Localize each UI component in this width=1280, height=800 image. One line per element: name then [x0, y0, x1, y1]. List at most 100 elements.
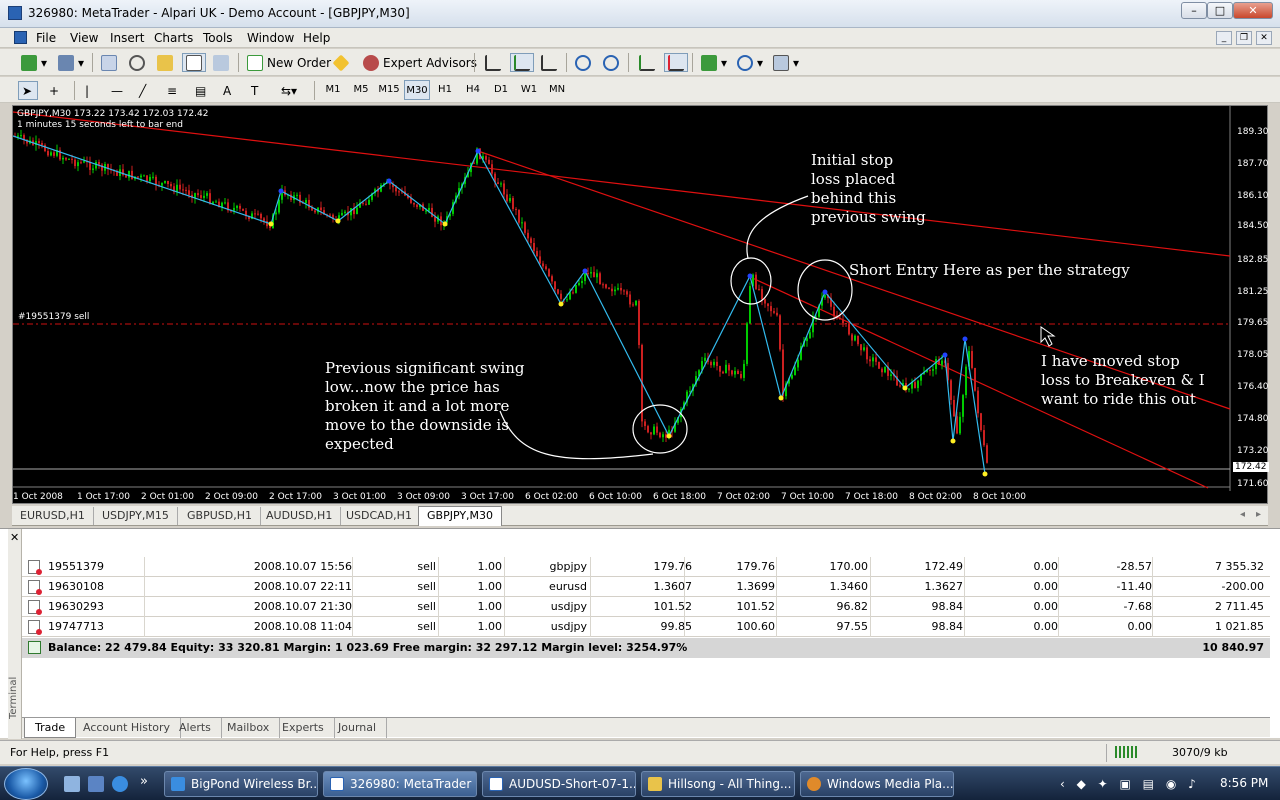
table-row[interactable]: 19551379 2008.10.07 15:56 sell 1.00 gbpjpy 17… — [22, 557, 1270, 577]
equidistant-channel-button[interactable]: ≡ — [164, 81, 184, 100]
annotation-line: low...now the price has — [325, 378, 500, 396]
arrows-button[interactable]: ⇆▾ — [278, 81, 300, 100]
price-axis-label: 172.42 — [1233, 462, 1269, 472]
cursor-tool-button[interactable]: ➤ — [18, 81, 38, 100]
navigator-button[interactable] — [154, 53, 176, 72]
chart-tab-gbpjpy[interactable]: GBPJPY,M30 — [418, 506, 503, 526]
minimize-button[interactable]: – — [1181, 2, 1207, 19]
line-chart-button[interactable] — [538, 53, 560, 72]
timeframe-h4[interactable]: H4 — [460, 80, 486, 100]
timeframe-m1[interactable]: M1 — [320, 80, 346, 100]
chart-tab-usdcad[interactable]: USDCAD,H1 — [338, 507, 421, 525]
task-bigpond[interactable]: BigPond Wireless Br... — [164, 771, 318, 797]
tray-icons[interactable]: ‹ ◆ ✦ ▣ ▤ ◉ ♪ — [1060, 777, 1200, 791]
chart-tab-usdjpy[interactable]: USDJPY,M15 — [94, 507, 178, 525]
candlestick-button[interactable] — [510, 53, 534, 72]
task-metatrader[interactable]: 326980: MetaTrader ... — [323, 771, 477, 797]
vertical-line-button[interactable]: | — [82, 81, 102, 100]
timeframe-m5[interactable]: M5 — [348, 80, 374, 100]
start-button[interactable] — [4, 768, 48, 800]
menu-view[interactable]: View — [70, 31, 98, 45]
timeframe-w1[interactable]: W1 — [516, 80, 542, 100]
tab-trade[interactable]: Trade — [24, 718, 77, 738]
new-chart-button[interactable]: ▾ — [18, 53, 50, 72]
table-row[interactable]: 19630293 2008.10.07 21:30 sell 1.00 usdjpy 10… — [22, 597, 1270, 617]
zoom-out-button[interactable] — [600, 53, 622, 72]
chart-window-tabs: EURUSD,H1 USDJPY,M15 GBPUSD,H1 AUDUSD,H1… — [12, 506, 1268, 526]
new-order-button[interactable]: New Order — [244, 53, 334, 72]
task-label: Hillsong - All Thing... — [668, 777, 792, 791]
autoscroll-button[interactable] — [636, 53, 658, 72]
chart-tab-audusd[interactable]: AUDUSD,H1 — [258, 507, 342, 525]
table-row[interactable]: 19630108 2008.10.07 22:11 sell 1.00 eurusd 1.… — [22, 577, 1270, 597]
trendline-major — [13, 111, 1231, 257]
chart-tab-eurusd[interactable]: EURUSD,H1 — [12, 507, 94, 525]
templates-button[interactable]: ▾ — [770, 53, 802, 72]
tab-alerts[interactable]: Alerts — [169, 718, 222, 738]
task-label: AUDUSD-Short-07-1... — [509, 777, 636, 791]
market-watch-button[interactable] — [98, 53, 120, 72]
crosshair-circle-icon — [129, 54, 145, 71]
task-hillsong[interactable]: Hillsong - All Thing... — [641, 771, 795, 797]
bar-chart-button[interactable] — [482, 53, 504, 72]
switch-windows-icon[interactable] — [88, 776, 104, 792]
table-row[interactable]: 19747713 2008.10.08 11:04 sell 1.00 usdjpy 99… — [22, 617, 1270, 637]
show-desktop-icon[interactable] — [64, 776, 80, 792]
tab-mailbox[interactable]: Mailbox — [217, 718, 281, 738]
menu-charts[interactable]: Charts — [154, 31, 193, 45]
timeframe-m30[interactable]: M30 — [404, 80, 430, 100]
tester-button[interactable] — [210, 53, 232, 72]
maximize-button[interactable]: □ — [1207, 2, 1233, 19]
clock-icon — [737, 54, 753, 71]
task-media-player[interactable]: Windows Media Pla... — [800, 771, 954, 797]
close-button[interactable]: ✕ — [1233, 2, 1273, 19]
data-window-button[interactable] — [126, 53, 148, 72]
menu-tools[interactable]: Tools — [203, 31, 233, 45]
price-chart[interactable]: GBPJPY,M30 173.22 173.42 172.03 172.42 1… — [12, 105, 1269, 504]
tab-scroll-right-icon[interactable]: ▸ — [1256, 509, 1261, 520]
text-label-button[interactable]: T — [248, 81, 268, 100]
price-axis-label: 173.20 — [1237, 446, 1269, 456]
price-axis-label: 176.40 — [1237, 382, 1269, 392]
mdi-restore-button[interactable]: ❐ — [1236, 31, 1252, 45]
time-axis-label: 2 Oct 17:00 — [269, 492, 322, 502]
zoom-in-button[interactable] — [572, 53, 594, 72]
menu-insert[interactable]: Insert — [110, 31, 144, 45]
price-axis-label: 189.30 — [1237, 127, 1269, 137]
terminal-toggle-button[interactable] — [182, 53, 206, 72]
system-tray: ‹ ◆ ✦ ▣ ▤ ◉ ♪ 8:56 PM — [1040, 767, 1280, 800]
tab-account-history[interactable]: Account History — [73, 718, 182, 738]
breakeven-annotation: I have moved stop loss to Breakeven & I … — [1041, 352, 1205, 409]
chart-shift-button[interactable] — [664, 53, 688, 72]
chart-tab-gbpusd[interactable]: GBPUSD,H1 — [179, 507, 261, 525]
internet-explorer-icon[interactable] — [112, 776, 128, 792]
star-folder-icon — [157, 54, 173, 71]
horizontal-line-button[interactable]: — — [108, 81, 128, 100]
timeframe-m15[interactable]: M15 — [376, 80, 402, 100]
text-tool-button[interactable]: A — [220, 81, 240, 100]
expert-advisors-button[interactable]: Expert Advisors — [360, 53, 480, 72]
profiles-button[interactable]: ▾ — [55, 53, 87, 72]
menu-help[interactable]: Help — [303, 31, 330, 45]
mdi-minimize-button[interactable]: _ — [1216, 31, 1232, 45]
trendline-button[interactable]: ╱ — [136, 81, 156, 100]
periods-button[interactable]: ▾ — [734, 53, 766, 72]
tab-scroll-left-icon[interactable]: ◂ — [1240, 509, 1245, 520]
timeframe-d1[interactable]: D1 — [488, 80, 514, 100]
terminal-label: Terminal — [8, 676, 19, 719]
timeframe-mn[interactable]: MN — [544, 80, 570, 100]
metaeditor-button[interactable] — [332, 53, 352, 72]
indicators-button[interactable]: ▾ — [698, 53, 730, 72]
menu-window[interactable]: Window — [247, 31, 294, 45]
mdi-close-button[interactable]: ✕ — [1256, 31, 1272, 45]
tab-experts[interactable]: Experts — [272, 718, 335, 738]
sell-order-icon — [28, 560, 42, 575]
task-audusd-short[interactable]: AUDUSD-Short-07-1... — [482, 771, 636, 797]
fibonacci-button[interactable]: ▤ — [192, 81, 212, 100]
terminal-close-icon[interactable]: ✕ — [10, 531, 19, 544]
quicklaunch-more-icon[interactable]: » — [140, 774, 148, 789]
crosshair-tool-button[interactable]: + — [46, 81, 66, 100]
tab-journal[interactable]: Journal — [328, 718, 388, 738]
timeframe-h1[interactable]: H1 — [432, 80, 458, 100]
menu-file[interactable]: File — [36, 31, 56, 45]
